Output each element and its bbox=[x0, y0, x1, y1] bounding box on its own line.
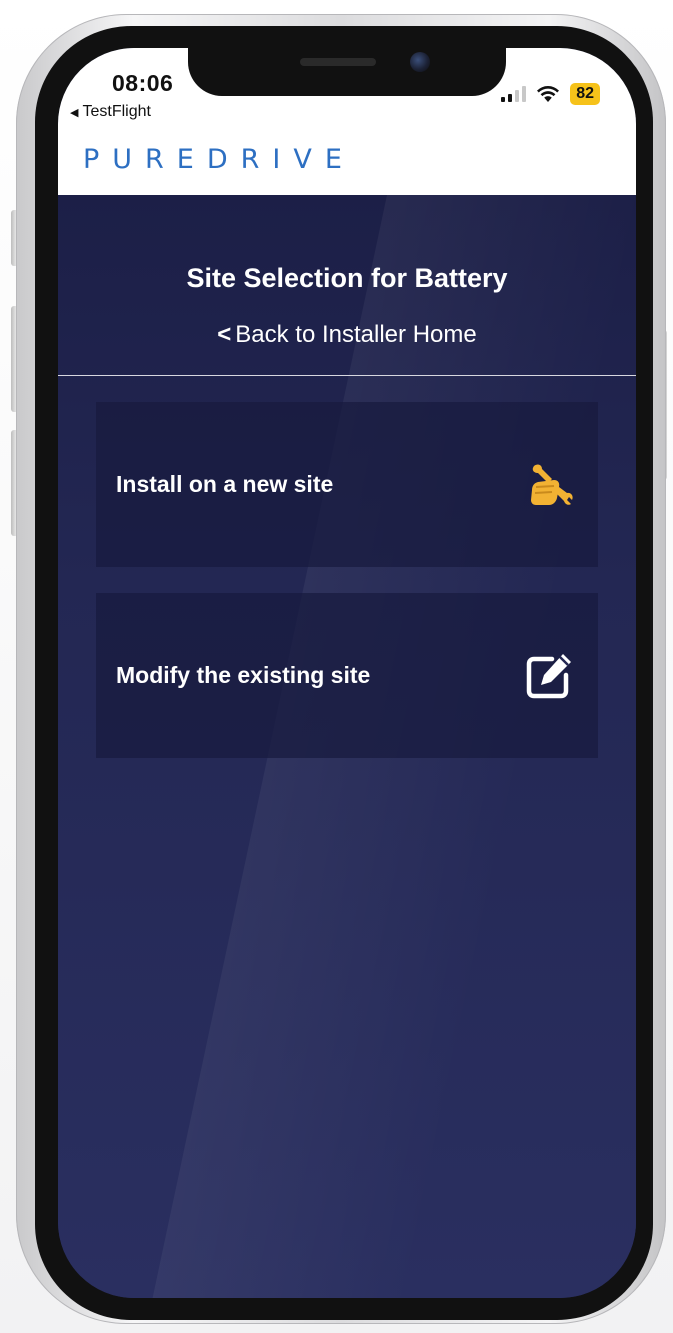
device-stage: 08:06 ◀ TestFlight 82 PUREDRIVE Site Sel… bbox=[0, 0, 673, 1333]
option-label: Install on a new site bbox=[116, 471, 334, 497]
front-camera bbox=[410, 52, 430, 72]
brand-logo: PUREDRIVE bbox=[83, 144, 355, 175]
back-link-label: Back to Installer Home bbox=[235, 321, 477, 348]
edit-icon bbox=[526, 654, 571, 699]
back-to-app-link[interactable]: ◀ TestFlight bbox=[70, 103, 151, 121]
back-app-label: TestFlight bbox=[82, 103, 151, 120]
modify-existing-site-option[interactable]: Modify the existing site bbox=[96, 593, 598, 758]
wifi-icon bbox=[537, 86, 560, 102]
status-time: 08:06 bbox=[112, 70, 174, 96]
chevron-left-icon: < bbox=[217, 321, 232, 348]
back-triangle-icon: ◀ bbox=[70, 106, 79, 119]
option-label: Modify the existing site bbox=[116, 662, 371, 688]
header-divider bbox=[58, 375, 636, 376]
status-indicators: 82 bbox=[501, 83, 600, 105]
phone-screen: 08:06 ◀ TestFlight 82 PUREDRIVE Site Sel… bbox=[58, 48, 636, 1298]
battery-indicator: 82 bbox=[570, 83, 600, 105]
cellular-signal-icon bbox=[501, 86, 527, 102]
main-content: Site Selection for Battery < Back to Inst… bbox=[58, 195, 636, 1298]
app-header: 08:06 ◀ TestFlight 82 PUREDRIVE bbox=[58, 48, 636, 195]
back-to-installer-home-link[interactable]: < Back to Installer Home bbox=[58, 321, 636, 349]
page-title: Site Selection for Battery bbox=[186, 263, 508, 293]
install-new-site-option[interactable]: Install on a new site bbox=[96, 402, 598, 567]
hand-wrench-icon bbox=[531, 464, 573, 505]
notch bbox=[188, 48, 506, 96]
speaker bbox=[300, 58, 376, 66]
